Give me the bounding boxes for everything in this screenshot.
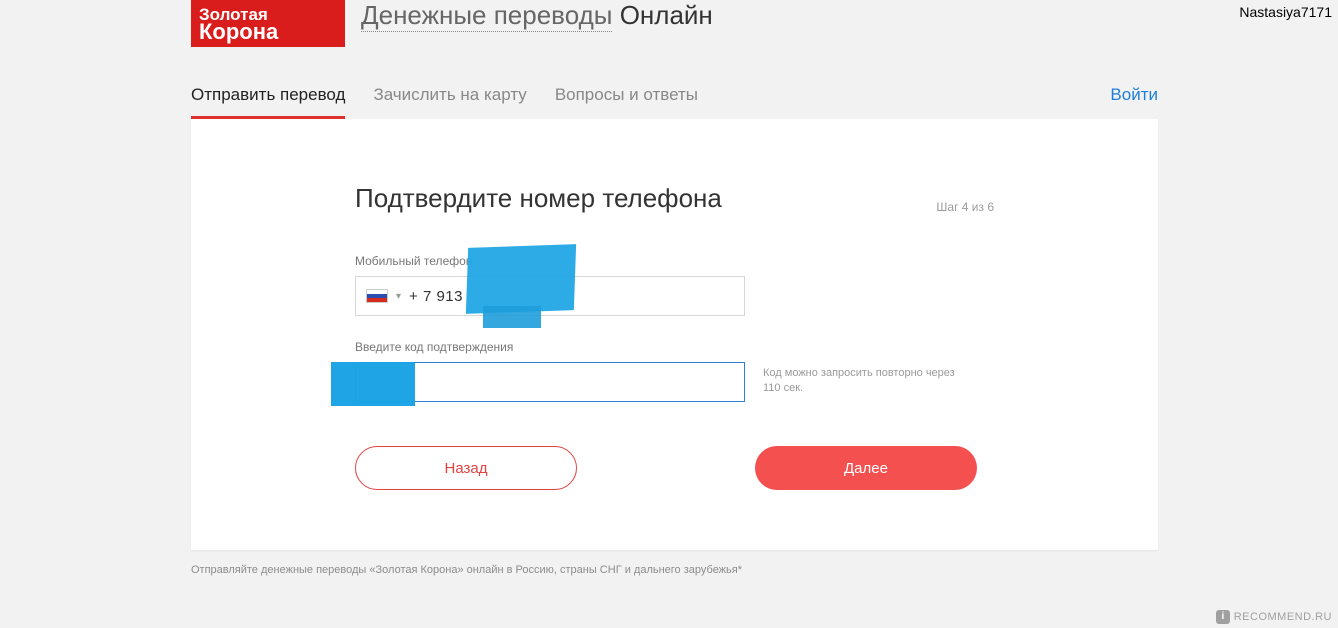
phone-input[interactable]: ▾ + 7 913 — [355, 276, 745, 316]
phone-label: Мобильный телефон — [355, 254, 994, 268]
watermark-text: RECOMMEND.RU — [1234, 611, 1332, 623]
next-button[interactable]: Далее — [755, 446, 977, 490]
confirm-phone-card: Подтвердите номер телефона Шаг 4 из 6 Мо… — [191, 119, 1158, 550]
button-row: Назад Далее — [355, 446, 994, 490]
chevron-down-icon[interactable]: ▾ — [396, 291, 401, 302]
logo-line2: Корона — [199, 20, 337, 43]
header: Золотая Корона Денежные переводы Онлайн — [191, 0, 1158, 47]
card-title: Подтвердите номер телефона — [355, 183, 722, 214]
tab-send-transfer[interactable]: Отправить перевод — [191, 85, 345, 119]
login-link[interactable]: Войти — [1110, 85, 1158, 119]
main-nav: Отправить перевод Зачислить на карту Воп… — [191, 85, 1158, 119]
header-title-underlined[interactable]: Денежные переводы — [361, 0, 612, 32]
phone-value: + 7 913 — [409, 288, 463, 305]
resend-hint: Код можно запросить повторно через 110 с… — [763, 366, 973, 397]
back-button[interactable]: Назад — [355, 446, 577, 490]
page-container: Золотая Корона Денежные переводы Онлайн … — [191, 0, 1158, 576]
step-indicator: Шаг 4 из 6 — [936, 200, 994, 214]
tab-credit-card[interactable]: Зачислить на карту — [373, 85, 526, 119]
header-title: Денежные переводы Онлайн — [361, 0, 713, 31]
tab-faq[interactable]: Вопросы и ответы — [555, 85, 698, 119]
flag-ru-icon[interactable] — [366, 289, 388, 303]
logo[interactable]: Золотая Корона — [191, 0, 345, 47]
code-label: Введите код подтверждения — [355, 340, 994, 354]
code-field-row: Код можно запросить повторно через 110 с… — [355, 362, 994, 402]
watermark-user: Nastasiya7171 — [1239, 4, 1332, 20]
header-title-main: Онлайн — [620, 0, 713, 30]
site-watermark: i RECOMMEND.RU — [1216, 610, 1332, 624]
phone-field-row: ▾ + 7 913 — [355, 276, 994, 316]
footnote: Отправляйте денежные переводы «Золотая К… — [191, 564, 1158, 576]
card-head: Подтвердите номер телефона Шаг 4 из 6 — [355, 183, 994, 214]
confirmation-code-input[interactable] — [355, 362, 745, 402]
watermark-badge-icon: i — [1216, 610, 1229, 624]
